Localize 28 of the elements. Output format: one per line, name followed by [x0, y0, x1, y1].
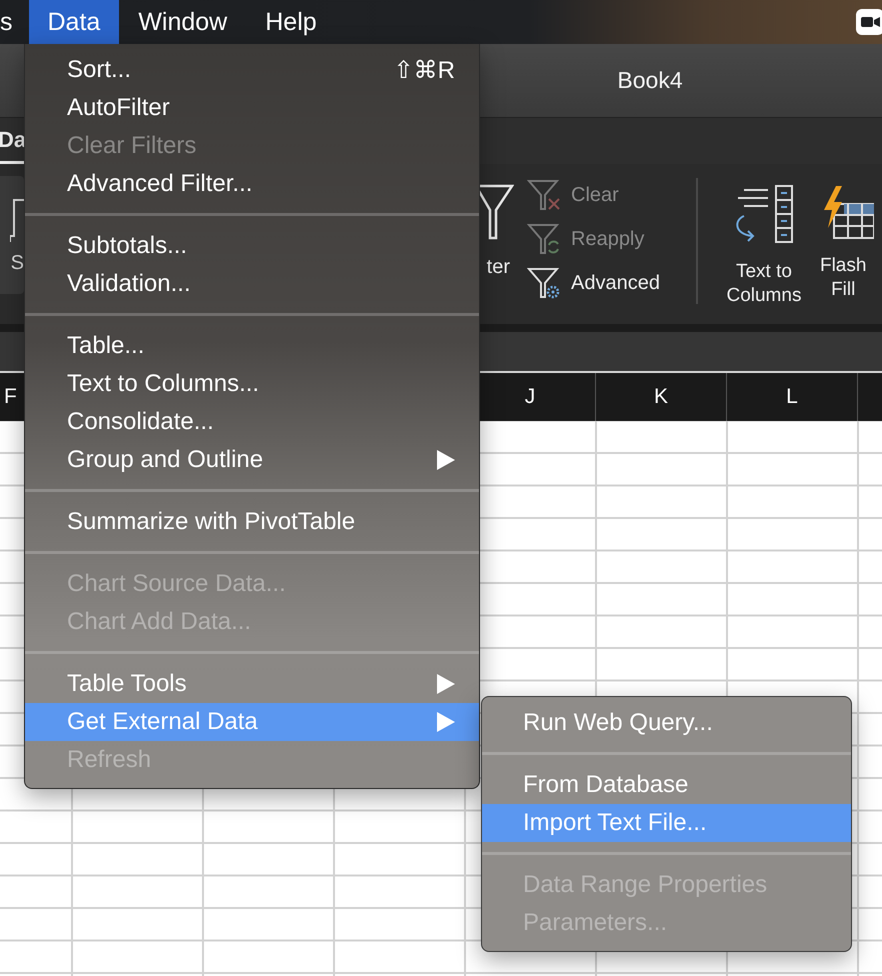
menu-item[interactable]: Validation...: [25, 265, 479, 303]
video-camera-icon[interactable]: [856, 9, 882, 35]
menu-item[interactable]: Table Tools: [25, 665, 479, 703]
menu-item[interactable]: Subtotals...: [25, 227, 479, 265]
submenu-caret-icon: [437, 674, 455, 694]
filter-label[interactable]: ter: [486, 256, 510, 279]
ribbon-button[interactable]: S: [0, 176, 24, 294]
menu-item[interactable]: Group and Outline: [25, 441, 479, 479]
menu-item[interactable]: Table...: [25, 327, 479, 365]
menu-bar-item[interactable]: Window: [119, 0, 246, 44]
menu-bar-item[interactable]: Data: [28, 0, 120, 44]
ribbon-button[interactable]: Advanced: [527, 265, 660, 301]
clear-filter-icon: [527, 179, 561, 211]
menu-item[interactable]: Advanced Filter...: [25, 165, 479, 203]
button-label: Flash Fill: [820, 254, 866, 302]
menu-item[interactable]: Sort... ⇧⌘R: [25, 51, 479, 89]
submenu-caret-icon: [437, 712, 455, 732]
submenu-caret-icon: [437, 450, 455, 470]
button-label: Text to Columns: [726, 260, 802, 308]
menu-item[interactable]: AutoFilter: [25, 89, 479, 127]
menu-bar-item[interactable]: s: [0, 0, 16, 44]
filter-gear-icon: [527, 267, 561, 299]
bracket-icon: [10, 196, 24, 242]
ribbon-button[interactable]: Text to Columns: [718, 184, 810, 308]
menu-item[interactable]: Summarize with PivotTable: [25, 503, 479, 541]
ribbon-button[interactable]: Flash Fill: [820, 184, 880, 302]
menu-bar-item[interactable]: Help: [246, 0, 336, 44]
reapply-filter-icon: [527, 223, 561, 255]
